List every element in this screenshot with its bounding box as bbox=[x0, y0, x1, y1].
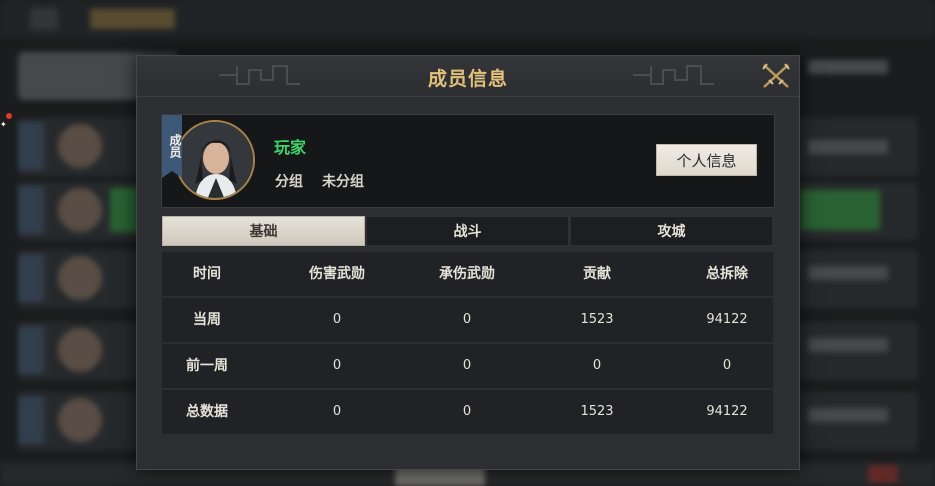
member-info-dialog: 成员信息 成员 玩家 分组 未分组 个人信息 基础 战斗 攻城 时间 伤害武勋 … bbox=[136, 55, 800, 470]
cell-value: 0 bbox=[332, 358, 342, 373]
bg-text bbox=[808, 266, 888, 280]
header-total-demolish: 总拆除 bbox=[706, 266, 748, 282]
member-rank-ribbon: 成员 bbox=[162, 115, 182, 178]
cell-value: 0 bbox=[722, 358, 732, 373]
header-ornament-right bbox=[633, 65, 714, 85]
character-portrait-icon bbox=[177, 122, 253, 198]
bg-avatar bbox=[58, 398, 102, 442]
tab-combat[interactable]: 战斗 bbox=[366, 216, 569, 246]
cell-value: 94122 bbox=[706, 312, 748, 327]
table-header-row: 时间 伤害武勋 承伤武勋 贡献 总拆除 bbox=[162, 252, 773, 296]
bg-side-tag bbox=[18, 396, 44, 444]
header-tank-merit: 承伤武勋 bbox=[439, 266, 495, 282]
group-label: 分组 bbox=[275, 174, 303, 190]
header-damage-merit: 伤害武勋 bbox=[309, 266, 365, 282]
group-value: 未分组 bbox=[322, 174, 364, 190]
table-row: 当周 0 0 1523 94122 bbox=[162, 298, 773, 342]
bg-title bbox=[90, 9, 175, 29]
bg-green-tag bbox=[800, 190, 880, 230]
cell-value: 1523 bbox=[580, 312, 614, 327]
bg-avatar bbox=[58, 328, 102, 372]
bg-back-button bbox=[30, 8, 58, 30]
tab-siege[interactable]: 攻城 bbox=[570, 216, 773, 246]
bg-side-tag bbox=[18, 326, 44, 374]
bg-avatar bbox=[58, 188, 102, 232]
table-row: 总数据 0 0 1523 94122 bbox=[162, 390, 773, 434]
bg-side-tag bbox=[18, 186, 44, 234]
row-label: 前一周 bbox=[186, 358, 228, 374]
notification-dot bbox=[6, 113, 12, 119]
avatar[interactable] bbox=[175, 120, 255, 200]
sparkle-icon: ✦ bbox=[0, 120, 7, 129]
bg-avatar bbox=[58, 256, 102, 300]
bg-text bbox=[808, 140, 888, 154]
stats-table: 时间 伤害武勋 承伤武勋 贡献 总拆除 当周 0 0 1523 94122 前一… bbox=[162, 252, 773, 436]
row-label: 总数据 bbox=[186, 404, 228, 420]
bg-side-tag bbox=[18, 122, 44, 170]
bg-side-tag bbox=[18, 254, 44, 302]
header-contribution: 贡献 bbox=[583, 266, 611, 282]
dialog-header: 成员信息 bbox=[137, 56, 799, 97]
cell-value: 0 bbox=[592, 358, 602, 373]
tab-basic[interactable]: 基础 bbox=[162, 216, 365, 246]
cell-value: 0 bbox=[462, 358, 472, 373]
header-time: 时间 bbox=[193, 266, 221, 282]
tab-bar: 基础 战斗 攻城 bbox=[162, 216, 773, 246]
row-label: 当周 bbox=[193, 312, 221, 328]
bg-avatar bbox=[58, 124, 102, 168]
cell-value: 0 bbox=[462, 312, 472, 327]
bg-text bbox=[808, 408, 888, 422]
profile-card: 成员 玩家 分组 未分组 个人信息 bbox=[161, 114, 775, 208]
player-name: 玩家 bbox=[274, 138, 307, 157]
bg-text bbox=[808, 60, 888, 74]
crossed-swords-close-icon[interactable] bbox=[761, 62, 791, 90]
cell-value: 0 bbox=[332, 312, 342, 327]
cell-value: 0 bbox=[462, 404, 472, 419]
bg-text bbox=[808, 338, 888, 352]
personal-info-button[interactable]: 个人信息 bbox=[656, 144, 757, 176]
cell-value: 1523 bbox=[580, 404, 614, 419]
cell-value: 94122 bbox=[706, 404, 748, 419]
table-row: 前一周 0 0 0 0 bbox=[162, 344, 773, 388]
bg-red-button bbox=[868, 465, 898, 483]
cell-value: 0 bbox=[332, 404, 342, 419]
